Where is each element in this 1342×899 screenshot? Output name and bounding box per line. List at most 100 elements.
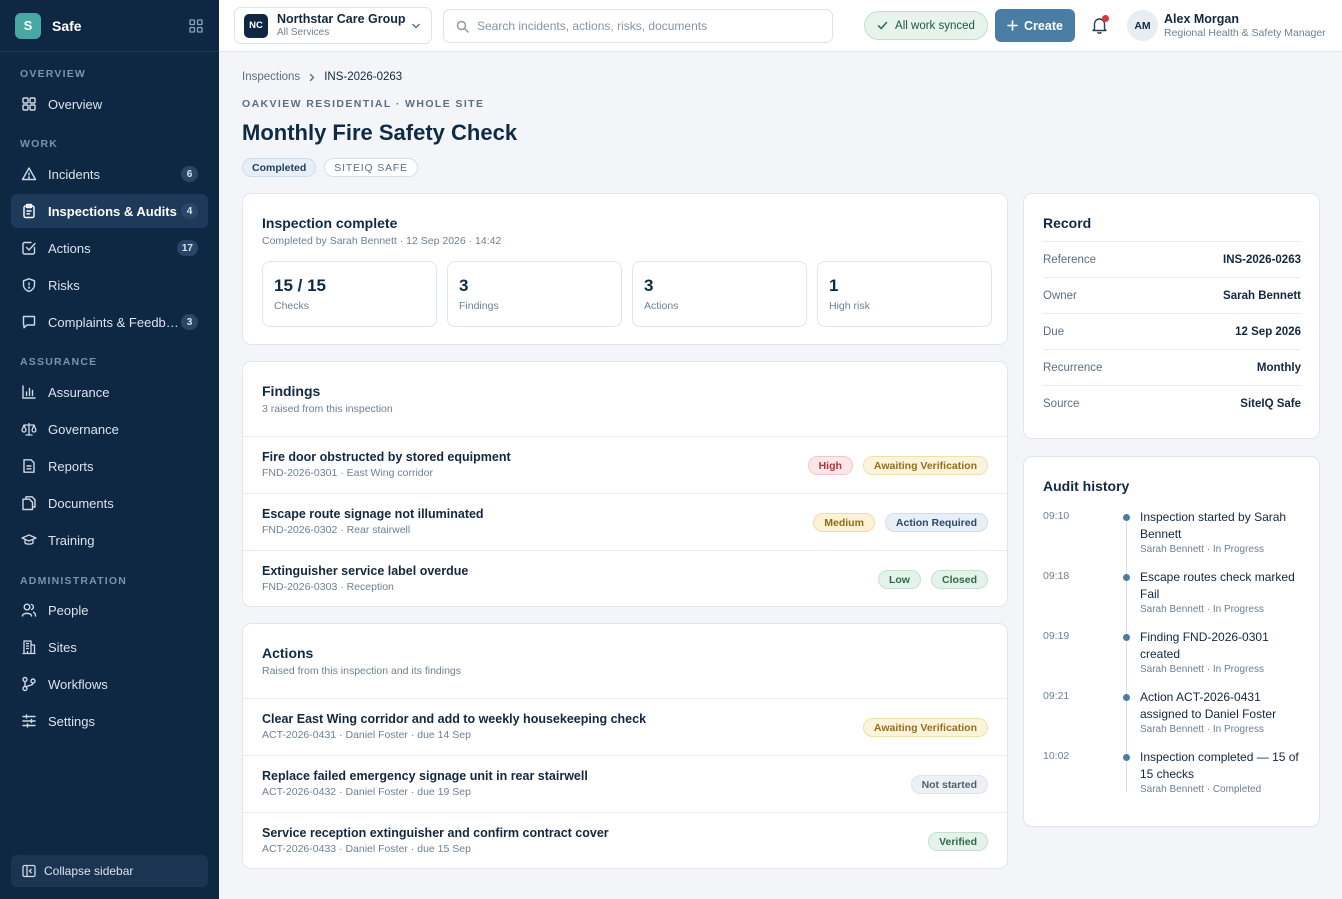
event-time: 09:18: [1043, 570, 1070, 582]
sidebar-item-label: Assurance: [48, 384, 110, 400]
action-row[interactable]: Replace failed emergency signage unit in…: [243, 755, 1007, 812]
event-time: 09:10: [1043, 510, 1070, 522]
search-input[interactable]: [477, 19, 817, 33]
check-icon: [877, 20, 895, 31]
sidebar-item-label: Complaints & Feedback: [48, 314, 181, 330]
severity-badge: Medium: [813, 513, 875, 532]
sidebar-item-label: Governance: [48, 421, 119, 437]
avatar[interactable]: AM: [1127, 10, 1158, 41]
sidebar-item-label: Training: [48, 532, 95, 548]
breadcrumb-current: INS-2026-0263: [324, 71, 403, 83]
search-icon: [456, 20, 469, 33]
actions-title: Actions: [262, 645, 314, 661]
site-scope: OAKVIEW RESIDENTIAL · WHOLE SITE: [242, 98, 485, 110]
org-switcher[interactable]: NC Northstar Care Group All Services: [234, 7, 432, 44]
stat-findings: 3 Findings: [447, 261, 622, 327]
status-badge: Awaiting Verification: [862, 456, 988, 475]
sidebar-item-risks[interactable]: Risks: [11, 268, 208, 302]
breadcrumb-link-inspections[interactable]: Inspections: [242, 71, 300, 83]
sidebar-item-inspections[interactable]: Inspections & Audits 4: [11, 194, 208, 228]
record-card: Record Reference INS-2026-0263 Owner Sar…: [1023, 193, 1320, 439]
action-meta: ACT-2026-0432 · Daniel Foster · due 19 S…: [262, 786, 471, 798]
event-meta: Sarah Bennett · In Progress: [1140, 724, 1264, 735]
global-search[interactable]: [443, 9, 833, 43]
record-field-due: Due 12 Sep 2026: [1043, 313, 1301, 349]
sidebar-item-governance[interactable]: Governance: [11, 412, 208, 446]
sidebar-item-training[interactable]: Training: [11, 523, 208, 557]
warning-triangle-icon: [21, 166, 37, 182]
org-scope: All Services: [277, 26, 330, 38]
field-label: Source: [1043, 397, 1080, 410]
timeline-dot: [1123, 754, 1130, 761]
sidebar-item-label: Documents: [48, 495, 114, 511]
sidebar-item-label: Reports: [48, 458, 94, 474]
record-field-owner: Owner Sarah Bennett: [1043, 277, 1301, 313]
sidebar-item-sites[interactable]: Sites: [11, 630, 208, 664]
event-meta: Sarah Bennett · In Progress: [1140, 544, 1264, 555]
notifications-button[interactable]: [1091, 15, 1109, 34]
field-value: INS-2026-0263: [1223, 253, 1301, 266]
record-field-recurrence: Recurrence Monthly: [1043, 349, 1301, 385]
nav-section-administration: ADMINISTRATION: [20, 575, 128, 587]
sidebar-item-documents[interactable]: Documents: [11, 486, 208, 520]
sidebar-item-label: Risks: [48, 277, 80, 293]
finding-row[interactable]: Extinguisher service label overdue FND-2…: [243, 550, 1007, 606]
finding-row[interactable]: Fire door obstructed by stored equipment…: [243, 436, 1007, 493]
sidebar-item-overview[interactable]: Overview: [11, 87, 208, 121]
sidebar-item-reports[interactable]: Reports: [11, 449, 208, 483]
sidebar-item-assurance[interactable]: Assurance: [11, 375, 208, 409]
field-label: Recurrence: [1043, 361, 1103, 374]
checkbox-icon: [21, 240, 37, 256]
stat-label: High risk: [829, 300, 870, 312]
record-field-source: Source SiteIQ Safe: [1043, 385, 1301, 421]
app-grid-icon[interactable]: [189, 18, 203, 33]
sidebar-item-incidents[interactable]: Incidents 6: [11, 157, 208, 191]
inspection-summary-card: Inspection complete Completed by Sarah B…: [242, 193, 1008, 345]
notification-dot: [1102, 15, 1109, 22]
report-icon: [21, 458, 37, 474]
field-label: Due: [1043, 325, 1065, 338]
nav-section-assurance: ASSURANCE: [20, 356, 98, 368]
action-title: Replace failed emergency signage unit in…: [262, 769, 588, 783]
timeline-dot: [1123, 574, 1130, 581]
action-title: Service reception extinguisher and confi…: [262, 826, 609, 840]
action-row[interactable]: Service reception extinguisher and confi…: [243, 812, 1007, 868]
sidebar-item-people[interactable]: People: [11, 593, 208, 627]
findings-card: Findings 3 raised from this inspection F…: [242, 361, 1008, 607]
action-meta: ACT-2026-0433 · Daniel Foster · due 15 S…: [262, 843, 471, 855]
stat-label: Checks: [274, 300, 310, 312]
event-text: Inspection completed — 15 of 15 checks: [1140, 750, 1299, 781]
stat-value: 3: [459, 276, 469, 295]
sidebar-item-complaints[interactable]: Complaints & Feedback 3: [11, 305, 208, 339]
sidebar-item-actions[interactable]: Actions 17: [11, 231, 208, 265]
count-badge: 4: [181, 203, 198, 219]
action-row[interactable]: Clear East Wing corridor and add to week…: [243, 698, 1007, 755]
sidebar-item-settings[interactable]: Settings: [11, 704, 208, 738]
field-value: Monthly: [1256, 361, 1301, 374]
sidebar-item-label: Workflows: [48, 676, 108, 692]
grid-icon: [21, 96, 37, 112]
field-label: Owner: [1043, 289, 1077, 302]
timeline-line: [1126, 515, 1127, 792]
collapse-icon: [22, 864, 44, 878]
status-badge: Completed: [242, 158, 317, 177]
collapse-sidebar-button[interactable]: Collapse sidebar: [11, 855, 208, 887]
sidebar-item-label: Sites: [48, 639, 77, 655]
audit-title: Audit history: [1043, 478, 1130, 494]
sync-status-badge: All work synced: [864, 11, 988, 40]
shield-icon: [21, 277, 37, 293]
finding-row[interactable]: Escape route signage not illuminated FND…: [243, 493, 1007, 550]
user-name: Alex Morgan: [1164, 12, 1240, 26]
event-meta: Sarah Bennett · Completed: [1140, 784, 1262, 795]
event-time: 09:19: [1043, 630, 1070, 642]
graduation-cap-icon: [21, 532, 37, 548]
create-button[interactable]: Create: [995, 9, 1075, 42]
chevron-down-icon: [411, 21, 421, 31]
stat-value: 1: [829, 276, 839, 295]
sidebar-item-workflows[interactable]: Workflows: [11, 667, 208, 701]
brand-logo[interactable]: S: [15, 12, 41, 39]
user-menu[interactable]: Alex Morgan Regional Health & Safety Man…: [1164, 12, 1326, 40]
stat-value: 15 / 15: [274, 276, 326, 295]
actions-subtitle: Raised from this inspection and its find…: [262, 665, 462, 677]
chat-icon: [21, 314, 37, 330]
